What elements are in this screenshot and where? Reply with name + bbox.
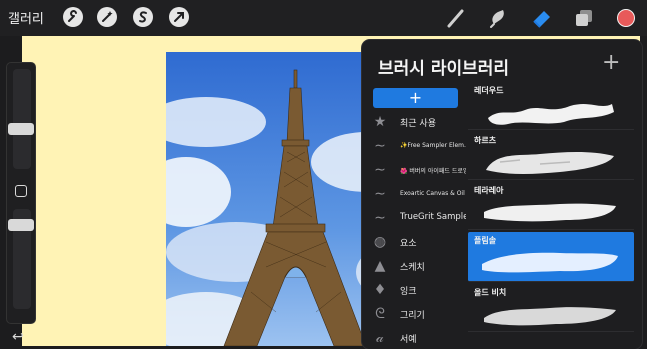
brush-item[interactable]: 올드 비치 <box>468 284 634 332</box>
brush-set-label: TrueGrit Sampler <box>400 212 466 222</box>
brush-set-elements[interactable]: ◍ 요소 <box>362 232 466 254</box>
brush-stroke-preview <box>486 152 614 174</box>
brush-stroke-preview <box>484 203 616 222</box>
brush-set-item[interactable]: ∼ ✨Free Sampler Elem... <box>362 136 466 158</box>
brush-set-label: 잉크 <box>400 287 417 297</box>
top-toolbar: 갤러리 <box>0 0 647 36</box>
brush-size-slider-thumb[interactable] <box>8 123 34 135</box>
brush-set-label: 서예 <box>400 335 417 345</box>
brush-item[interactable]: 테라레아 <box>468 182 634 230</box>
brush-set-label: Exoartic Canvas & Oil <box>400 190 465 197</box>
brush-icon[interactable] <box>444 6 468 30</box>
brush-set-calligraphy[interactable]: 𝒶 서예 <box>362 328 466 349</box>
layers-icon[interactable] <box>572 6 596 30</box>
brush-set-item[interactable]: ∼ TrueGrit Sampler <box>362 208 466 230</box>
brush-library-panel: 브러시 라이브러리 + + ★ 최근 사용 ∼ ✨Free Sampler El… <box>362 40 642 349</box>
opacity-slider-thumb[interactable] <box>8 219 34 231</box>
brush-stroke-preview <box>482 252 618 273</box>
brush-stroke-preview <box>488 104 614 125</box>
brush-set-item[interactable]: ∼ Exoartic Canvas & Oil <box>362 184 466 206</box>
eraser-icon[interactable] <box>530 6 554 30</box>
gallery-button[interactable]: 갤러리 <box>8 8 44 27</box>
undo-icon[interactable]: ↩ <box>12 329 24 345</box>
calligraphy-icon: 𝒶 <box>376 330 384 346</box>
brush-set-label: 그리기 <box>400 311 425 321</box>
brush-set-label: 요소 <box>400 239 417 249</box>
magic-wand-icon[interactable] <box>96 6 118 28</box>
brush-stroke-icon: ∼ <box>374 138 386 154</box>
brush-set-ink[interactable]: ♦ 잉크 <box>362 280 466 302</box>
brush-set-label: ✨Free Sampler Elem... <box>400 142 466 149</box>
add-brush-button[interactable]: + <box>602 50 620 75</box>
brush-stroke-icon: ∼ <box>374 162 386 178</box>
brush-item-selected[interactable]: 플림솔 <box>468 232 634 282</box>
brush-set-drawing[interactable]: ᘓ 그리기 <box>362 304 466 326</box>
globe-icon: ◍ <box>373 234 387 250</box>
panel-title: 브러시 라이브러리 <box>378 59 510 79</box>
brush-set-sketch[interactable]: ▲ 스케치 <box>362 256 466 278</box>
ink-drop-icon: ♦ <box>373 282 387 298</box>
pencil-tip-icon: ▲ <box>374 258 386 274</box>
brush-set-recent[interactable]: ★ 최근 사용 <box>362 112 466 134</box>
brush-item[interactable]: 레더우드 <box>468 82 634 130</box>
brush-size-slider-track[interactable] <box>13 69 31 169</box>
side-slider-rail <box>6 62 36 324</box>
transform-arrow-icon[interactable] <box>168 6 190 28</box>
brush-set-label: 🌺 버버의 아이패드 드로잉 <box>400 168 466 175</box>
color-swatch[interactable] <box>617 9 635 27</box>
brush-stroke-icon: ∼ <box>374 210 386 226</box>
selection-icon[interactable] <box>132 6 154 28</box>
wrench-icon[interactable] <box>62 6 84 28</box>
brush-stroke-preview <box>484 307 616 326</box>
brush-stroke-icon: ∼ <box>374 186 386 202</box>
star-icon: ★ <box>373 114 387 130</box>
smudge-icon[interactable] <box>486 6 510 30</box>
brush-set-label: 최근 사용 <box>400 119 436 129</box>
brush-set-label: 스케치 <box>400 263 425 273</box>
brush-set-item[interactable]: ∼ 🌺 버버의 아이패드 드로잉 <box>362 160 466 182</box>
swirl-icon: ᘓ <box>375 306 385 322</box>
new-brush-set-button[interactable]: + <box>373 88 458 108</box>
brush-item[interactable]: 하르츠 <box>468 132 634 180</box>
eyedropper-square-button[interactable] <box>15 185 27 197</box>
